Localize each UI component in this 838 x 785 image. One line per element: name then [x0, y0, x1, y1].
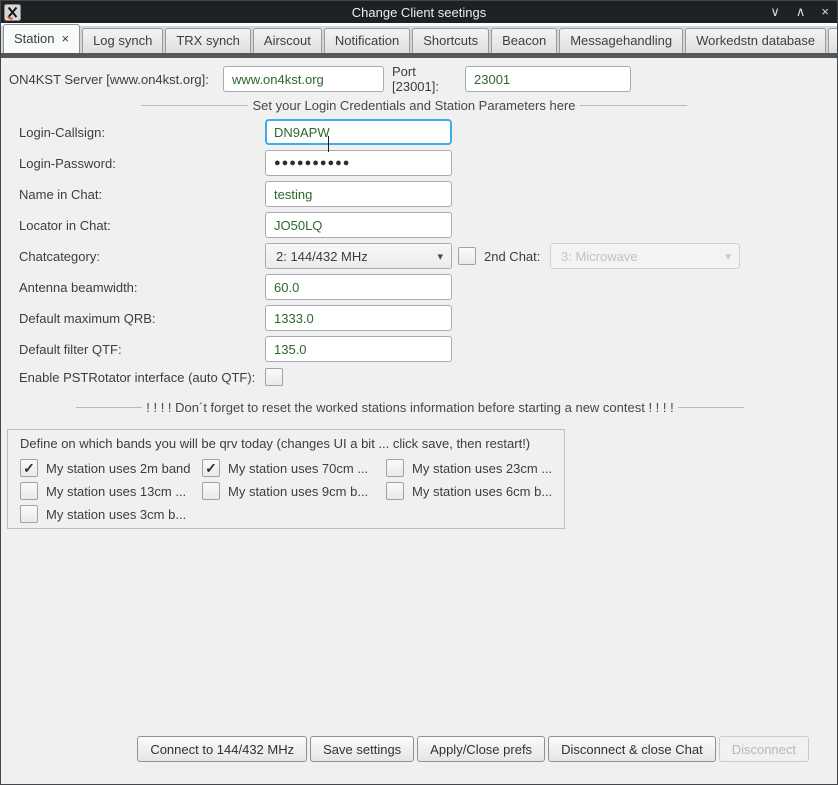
- tab-bar: Station× Log synch TRX synch Airscout No…: [1, 23, 837, 53]
- credentials-divider: Set your Login Credentials and Station P…: [141, 97, 687, 113]
- tab-close-icon[interactable]: ×: [61, 31, 69, 46]
- warning-divider: ! ! ! ! Don´t forget to reset the worked…: [76, 399, 744, 415]
- max-qrb-row: Default maximum QRB:: [1, 305, 837, 331]
- chevron-down-icon: ▾: [725, 250, 731, 263]
- port-input[interactable]: [465, 66, 631, 92]
- filter-qtf-label: Default filter QTF:: [1, 342, 265, 357]
- server-row: ON4KST Server [www.on4kst.org]: Port [23…: [1, 66, 837, 92]
- band-70cm-label: My station uses 70cm ...: [228, 461, 368, 476]
- titlebar: Change Client seetings ∨ ∧ ×: [1, 1, 837, 23]
- password-row: Login-Password:: [1, 150, 837, 176]
- locator-row: Locator in Chat:: [1, 212, 837, 238]
- second-chat-label: 2nd Chat:: [484, 249, 550, 264]
- second-chat-dropdown: 3: Microwave ▾: [550, 243, 740, 269]
- disconnect-button: Disconnect: [719, 736, 809, 762]
- chat-name-row: Name in Chat:: [1, 181, 837, 207]
- station-tab-panel: ON4KST Server [www.on4kst.org]: Port [23…: [1, 66, 837, 529]
- beamwidth-label: Antenna beamwidth:: [1, 280, 265, 295]
- band-70cm: ✓ My station uses 70cm ...: [202, 459, 386, 477]
- band-13cm-label: My station uses 13cm ...: [46, 484, 186, 499]
- chat-category-dropdown[interactable]: 2: 144/432 MHz ▾: [265, 243, 452, 269]
- settings-window: Change Client seetings ∨ ∧ × Station× Lo…: [0, 0, 838, 785]
- apply-close-prefs-button[interactable]: Apply/Close prefs: [417, 736, 545, 762]
- footer-button-bar: Connect to 144/432 MHz Save settings App…: [1, 736, 837, 762]
- band-70cm-checkbox[interactable]: ✓: [202, 459, 220, 477]
- tab-notification[interactable]: Notification: [324, 28, 410, 53]
- tab-airscout[interactable]: Airscout: [253, 28, 322, 53]
- tab-beacon[interactable]: Beacon: [491, 28, 557, 53]
- save-settings-button[interactable]: Save settings: [310, 736, 414, 762]
- band-23cm: ✓ My station uses 23cm ...: [386, 459, 556, 477]
- maximize-icon[interactable]: ∧: [796, 1, 806, 23]
- locator-input[interactable]: [265, 212, 452, 238]
- callsign-row: Login-Callsign: DN9APW: [1, 119, 837, 145]
- bands-groupbox: Define on which bands you will be qrv to…: [7, 429, 565, 529]
- chat-name-label: Name in Chat:: [1, 187, 265, 202]
- tab-workedstn-database[interactable]: Workedstn database: [685, 28, 826, 53]
- chat-name-input[interactable]: [265, 181, 452, 207]
- close-icon[interactable]: ×: [821, 1, 829, 23]
- band-13cm: ✓ My station uses 13cm ...: [20, 482, 202, 500]
- server-input[interactable]: [223, 66, 384, 92]
- beamwidth-row: Antenna beamwidth:: [1, 274, 837, 300]
- band-9cm-checkbox[interactable]: ✓: [202, 482, 220, 500]
- settings-form: Login-Callsign: DN9APW Login-Password: N…: [1, 119, 837, 387]
- chat-category-label: Chatcategory:: [1, 249, 265, 264]
- window-title: Change Client seetings: [1, 5, 837, 20]
- band-3cm-label: My station uses 3cm b...: [46, 507, 186, 522]
- connect-button[interactable]: Connect to 144/432 MHz: [137, 736, 307, 762]
- band-9cm: ✓ My station uses 9cm b...: [202, 482, 386, 500]
- port-label: Port [23001]:: [392, 64, 465, 94]
- band-9cm-label: My station uses 9cm b...: [228, 484, 368, 499]
- callsign-input[interactable]: DN9APW: [265, 119, 452, 145]
- band-23cm-checkbox[interactable]: ✓: [386, 459, 404, 477]
- max-qrb-label: Default maximum QRB:: [1, 311, 265, 326]
- tab-log-synch[interactable]: Log synch: [82, 28, 163, 53]
- band-3cm: ✓ My station uses 3cm b...: [20, 505, 202, 523]
- tab-station[interactable]: Station×: [3, 24, 80, 53]
- check-icon: ✓: [23, 461, 35, 475]
- band-6cm-label: My station uses 6cm b...: [412, 484, 552, 499]
- band-2m: ✓ My station uses 2m band: [20, 459, 202, 477]
- server-label: ON4KST Server [www.on4kst.org]:: [9, 72, 223, 87]
- bands-grid: ✓ My station uses 2m band ✓ My station u…: [20, 459, 556, 523]
- band-3cm-checkbox[interactable]: ✓: [20, 505, 38, 523]
- beamwidth-input[interactable]: [265, 274, 452, 300]
- second-chat-checkbox[interactable]: ✓: [458, 247, 476, 265]
- pstrotator-label: Enable PSTRotator interface (auto QTF):: [1, 370, 265, 385]
- window-controls: ∨ ∧ ×: [770, 1, 829, 23]
- band-2m-checkbox[interactable]: ✓: [20, 459, 38, 477]
- locator-label: Locator in Chat:: [1, 218, 265, 233]
- callsign-label: Login-Callsign:: [1, 125, 265, 140]
- tab-messagehandling[interactable]: Messagehandling: [559, 28, 683, 53]
- password-input[interactable]: [265, 150, 452, 176]
- filter-qtf-input[interactable]: [265, 336, 452, 362]
- pstrotator-row: Enable PSTRotator interface (auto QTF): …: [1, 367, 837, 387]
- shade-icon[interactable]: ∨: [770, 1, 780, 23]
- chat-category-row: Chatcategory: 2: 144/432 MHz ▾ ✓ 2nd Cha…: [1, 243, 837, 269]
- check-icon: ✓: [205, 461, 217, 475]
- disconnect-close-chat-button[interactable]: Disconnect & close Chat: [548, 736, 716, 762]
- text-caret: [328, 136, 329, 152]
- tab-shortcuts[interactable]: Shortcuts: [412, 28, 489, 53]
- band-6cm: ✓ My station uses 6cm b...: [386, 482, 556, 500]
- tabbar-separator: [1, 53, 837, 58]
- tab-gui[interactable]: GUI: [828, 28, 838, 53]
- chevron-down-icon: ▾: [437, 250, 443, 263]
- band-6cm-checkbox[interactable]: ✓: [386, 482, 404, 500]
- bands-group-title: Define on which bands you will be qrv to…: [20, 436, 556, 451]
- pstrotator-checkbox[interactable]: ✓: [265, 368, 283, 386]
- filter-qtf-row: Default filter QTF:: [1, 336, 837, 362]
- tab-trx-synch[interactable]: TRX synch: [165, 28, 251, 53]
- band-23cm-label: My station uses 23cm ...: [412, 461, 552, 476]
- password-label: Login-Password:: [1, 156, 265, 171]
- band-13cm-checkbox[interactable]: ✓: [20, 482, 38, 500]
- app-logo-icon: [4, 4, 21, 21]
- band-2m-label: My station uses 2m band: [46, 461, 191, 476]
- max-qrb-input[interactable]: [265, 305, 452, 331]
